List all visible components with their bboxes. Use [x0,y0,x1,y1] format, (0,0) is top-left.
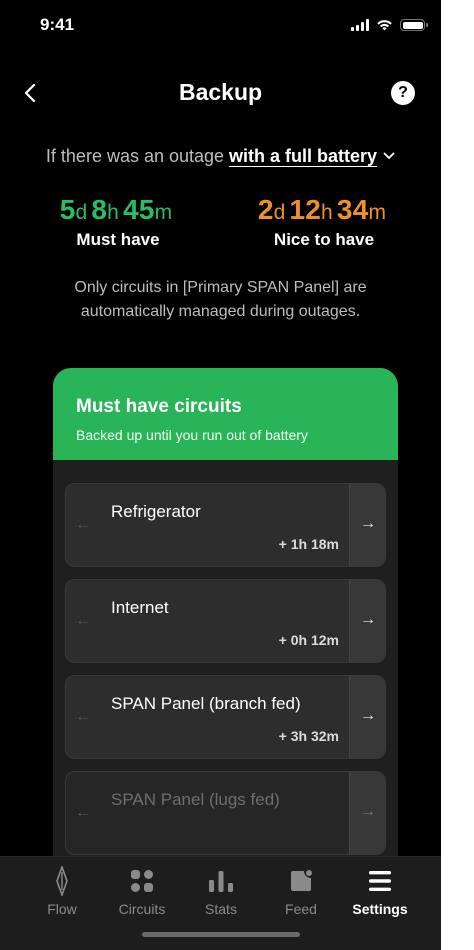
wifi-icon [377,20,392,31]
arrow-right-icon: → [360,707,376,724]
circuit-name: Internet [111,598,169,617]
tab-label: Settings [352,901,408,917]
panel-info-text: Only circuits in [Primary SPAN Panel] ar… [74,279,367,320]
tab-stats[interactable]: Stats [181,865,261,917]
stats-icon [181,865,261,897]
must-have-label: Must have [76,230,160,249]
must-have-time: 5d 8h 45m [59,194,173,225]
nice-to-have-duration: 2d 12h 34m Nice to have [224,194,424,250]
circuit-row-internet[interactable]: ← Internet + 0h 12m → [65,579,386,663]
must-have-duration: 5d 8h 45m Must have [18,194,218,250]
move-to-nice-to-have-button[interactable]: → [349,772,385,854]
arrow-left-icon: ← [75,612,91,629]
chevron-down-icon [383,144,395,165]
card-header: Must have circuits Backed up until you r… [53,368,398,460]
help-button[interactable]: ? [391,81,415,105]
move-to-nice-to-have-button[interactable]: → [349,484,385,566]
circuit-time-gain: + 1h 18m [278,536,339,552]
app-screen: 9:41 Backup ? If there was an outage wit… [0,0,441,950]
arrow-left-icon: ← [75,708,91,725]
tab-label: Stats [205,901,237,917]
circuit-time-gain: + 3h 32m [278,728,339,744]
must-have-circuits-card: Must have circuits Backed up until you r… [53,368,398,888]
feed-icon [261,865,341,897]
arrow-left-icon: ← [75,516,91,533]
status-time: 9:41 [40,15,75,34]
tab-circuits[interactable]: Circuits [102,865,182,917]
outage-scenario: If there was an outage with a full batte… [0,144,441,167]
cellular-signal-icon [351,19,369,31]
arrow-right-icon: → [360,611,376,628]
move-to-nice-to-have-button[interactable]: → [349,676,385,758]
tab-settings[interactable]: Settings [340,865,420,917]
status-icons [351,19,428,31]
tab-feed[interactable]: Feed [261,865,341,917]
circuits-icon [102,865,182,897]
flow-icon [22,865,102,897]
settings-icon [340,865,420,897]
tab-label: Flow [47,901,77,917]
header: Backup ? [0,70,441,116]
backup-durations: 5d 8h 45m Must have 2d 12h 34m Nice to have [0,194,441,254]
nice-to-have-label: Nice to have [273,230,375,249]
circuit-row-span-lugs-fed[interactable]: ← SPAN Panel (lugs fed) → [65,771,386,855]
tab-flow[interactable]: Flow [22,865,102,917]
status-bar: 9:41 [0,0,441,54]
outage-prefix: If there was an outage [45,146,230,166]
circuit-name: SPAN Panel (lugs fed) [111,790,280,809]
circuit-row-refrigerator[interactable]: ← Refrigerator + 1h 18m → [65,483,386,567]
outage-selector[interactable]: with a full battery [229,146,395,166]
home-indicator [142,932,300,937]
circuit-name: Refrigerator [111,502,201,521]
circuit-time-gain: + 0h 12m [278,632,339,648]
card-title: Must have circuits [76,396,242,417]
background-margin [441,0,474,950]
arrow-left-icon: ← [75,804,91,821]
move-to-nice-to-have-button[interactable]: → [349,580,385,662]
tab-label: Feed [285,901,317,917]
nice-to-have-time: 2d 12h 34m [257,194,387,225]
battery-icon [400,19,428,31]
tab-label: Circuits [118,901,166,917]
circuit-name: SPAN Panel (branch fed) [111,694,301,713]
page-title: Backup [178,79,263,105]
arrow-right-icon: → [360,803,376,820]
outage-selected-value: with a full battery [229,146,378,166]
card-subtitle: Backed up until you run out of battery [76,427,308,443]
circuit-row-span-branch-fed[interactable]: ← SPAN Panel (branch fed) + 3h 32m → [65,675,386,759]
arrow-right-icon: → [360,515,376,532]
